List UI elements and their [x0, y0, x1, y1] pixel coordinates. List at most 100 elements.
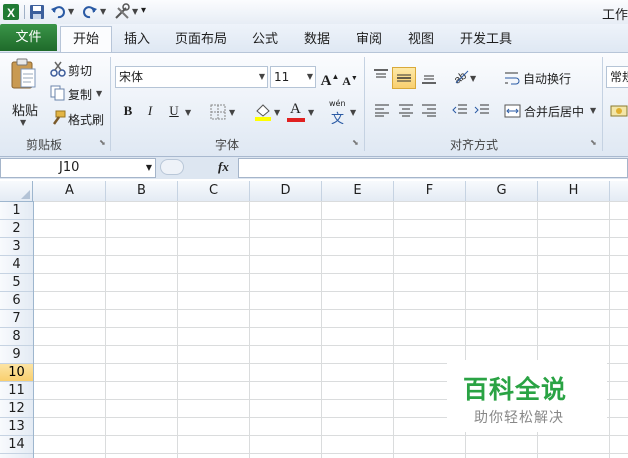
- increase-indent-icon[interactable]: [474, 103, 490, 120]
- tab-formulas[interactable]: 公式: [246, 28, 284, 51]
- orientation-dropdown-icon[interactable]: ▼: [470, 74, 476, 83]
- column-header-c[interactable]: C: [178, 181, 250, 201]
- undo-dropdown-icon[interactable]: ▼: [68, 7, 74, 25]
- customize-qat-icon[interactable]: ▾: [141, 5, 146, 23]
- row-header-6[interactable]: 6: [0, 292, 33, 310]
- paste-icon: [10, 58, 38, 93]
- align-bottom-icon[interactable]: [420, 68, 438, 87]
- row-header-3[interactable]: 3: [0, 238, 33, 256]
- formula-splitter[interactable]: [160, 159, 184, 175]
- row-gridline: [34, 309, 628, 310]
- accounting-format-icon[interactable]: [610, 103, 628, 122]
- excel-logo-icon[interactable]: X: [2, 3, 20, 21]
- phonetic-dropdown-icon[interactable]: ▼: [350, 108, 356, 117]
- format-painter-button[interactable]: 格式刷: [48, 109, 108, 129]
- insert-function-button[interactable]: fx: [218, 159, 229, 175]
- fill-color-dropdown-icon[interactable]: ▼: [274, 108, 280, 117]
- column-header-b[interactable]: B: [106, 181, 178, 201]
- copy-label: 复制: [68, 88, 93, 102]
- row-header-11[interactable]: 11: [0, 382, 33, 400]
- wrap-text-icon: [504, 70, 520, 89]
- align-center-icon[interactable]: [398, 103, 414, 120]
- row-gridline: [34, 345, 628, 346]
- window-title: 工作: [601, 8, 628, 23]
- redo-icon[interactable]: [82, 3, 98, 21]
- clipboard-launcher-icon[interactable]: ⬊: [99, 139, 107, 147]
- decrease-indent-icon[interactable]: [452, 103, 468, 120]
- font-color-icon[interactable]: A: [287, 101, 305, 123]
- underline-button[interactable]: U: [164, 101, 184, 121]
- format-painter-label: 格式刷: [68, 113, 105, 127]
- tab-page-layout[interactable]: 页面布局: [170, 28, 232, 51]
- chevron-down-icon: ▼: [145, 163, 152, 172]
- tab-developer[interactable]: 开发工具: [455, 28, 517, 51]
- row-header-4[interactable]: 4: [0, 256, 33, 274]
- alignment-group-label: 对齐方式: [450, 138, 499, 152]
- row-header-9[interactable]: 9: [0, 346, 33, 364]
- redo-dropdown-icon[interactable]: ▼: [100, 7, 106, 25]
- column-header-f[interactable]: F: [394, 181, 466, 201]
- tab-review[interactable]: 审阅: [350, 28, 388, 51]
- row-header-10[interactable]: 10: [0, 364, 33, 382]
- undo-icon[interactable]: [50, 3, 66, 21]
- underline-dropdown-icon[interactable]: ▼: [185, 108, 191, 117]
- align-middle-icon[interactable]: [392, 67, 416, 89]
- row-gridline: [34, 273, 628, 274]
- row-header-7[interactable]: 7: [0, 310, 33, 328]
- merge-center-button[interactable]: 合并后居中 ▼: [504, 101, 598, 121]
- align-top-icon[interactable]: [372, 68, 390, 87]
- fill-color-icon[interactable]: [254, 102, 272, 125]
- copy-button[interactable]: 复制 ▼: [48, 84, 108, 104]
- row-header-2[interactable]: 2: [0, 220, 33, 238]
- row-gridline: [34, 219, 628, 220]
- align-left-icon[interactable]: [374, 103, 390, 120]
- name-box[interactable]: J10 ▼: [0, 158, 156, 178]
- tools-icon[interactable]: [113, 3, 131, 21]
- column-header-e[interactable]: E: [322, 181, 394, 201]
- phonetic-icon[interactable]: wén 文: [328, 99, 350, 127]
- select-all-button[interactable]: [0, 181, 33, 201]
- row-header-12[interactable]: 12: [0, 400, 33, 418]
- wrap-text-button[interactable]: 自动换行: [504, 68, 584, 88]
- tab-view[interactable]: 视图: [402, 28, 440, 51]
- column-header-d[interactable]: D: [250, 181, 322, 201]
- formula-input[interactable]: [238, 158, 628, 178]
- separator: [24, 3, 26, 21]
- align-right-icon[interactable]: [421, 103, 437, 120]
- font-size-select[interactable]: 11 ▼: [270, 66, 316, 88]
- font-size-value: 11: [274, 70, 290, 84]
- save-icon[interactable]: [29, 3, 45, 21]
- brush-icon: [50, 110, 66, 129]
- font-color-dropdown-icon[interactable]: ▼: [308, 108, 314, 117]
- number-format-select[interactable]: 常规: [606, 66, 628, 88]
- tab-insert[interactable]: 插入: [118, 28, 156, 51]
- font-name-select[interactable]: 宋体 ▼: [115, 66, 268, 88]
- grow-font-icon[interactable]: A▲: [320, 67, 340, 89]
- column-header-a[interactable]: A: [34, 181, 106, 201]
- tools-dropdown-icon[interactable]: ▼: [132, 7, 138, 25]
- paste-button[interactable]: 粘贴 ▼: [6, 58, 42, 128]
- font-launcher-icon[interactable]: ⬊: [352, 139, 360, 147]
- cut-button[interactable]: 剪切: [48, 60, 108, 80]
- watermark-subtitle: 助你轻松解决: [474, 410, 564, 426]
- tab-file[interactable]: 文件: [0, 24, 57, 51]
- tab-home[interactable]: 开始: [60, 26, 112, 53]
- italic-button[interactable]: I: [140, 101, 160, 121]
- border-dropdown-icon[interactable]: ▼: [229, 108, 235, 117]
- row-gridline: [34, 327, 628, 328]
- row-header-1[interactable]: 1: [0, 202, 33, 220]
- divider: [364, 57, 365, 151]
- border-icon[interactable]: [210, 104, 226, 123]
- shrink-font-icon[interactable]: A▼: [340, 68, 360, 88]
- alignment-launcher-icon[interactable]: ⬊: [590, 139, 598, 147]
- row-header-13[interactable]: 13: [0, 418, 33, 436]
- column-header-g[interactable]: G: [466, 181, 538, 201]
- row-header-8[interactable]: 8: [0, 328, 33, 346]
- tab-data[interactable]: 数据: [298, 28, 336, 51]
- row-header-5[interactable]: 5: [0, 274, 33, 292]
- column-headers: ABCDEFGH: [0, 181, 628, 202]
- orientation-icon[interactable]: ab: [452, 67, 470, 88]
- bold-button[interactable]: B: [118, 101, 138, 121]
- column-header-h[interactable]: H: [538, 181, 610, 201]
- row-header-14[interactable]: 14: [0, 436, 33, 454]
